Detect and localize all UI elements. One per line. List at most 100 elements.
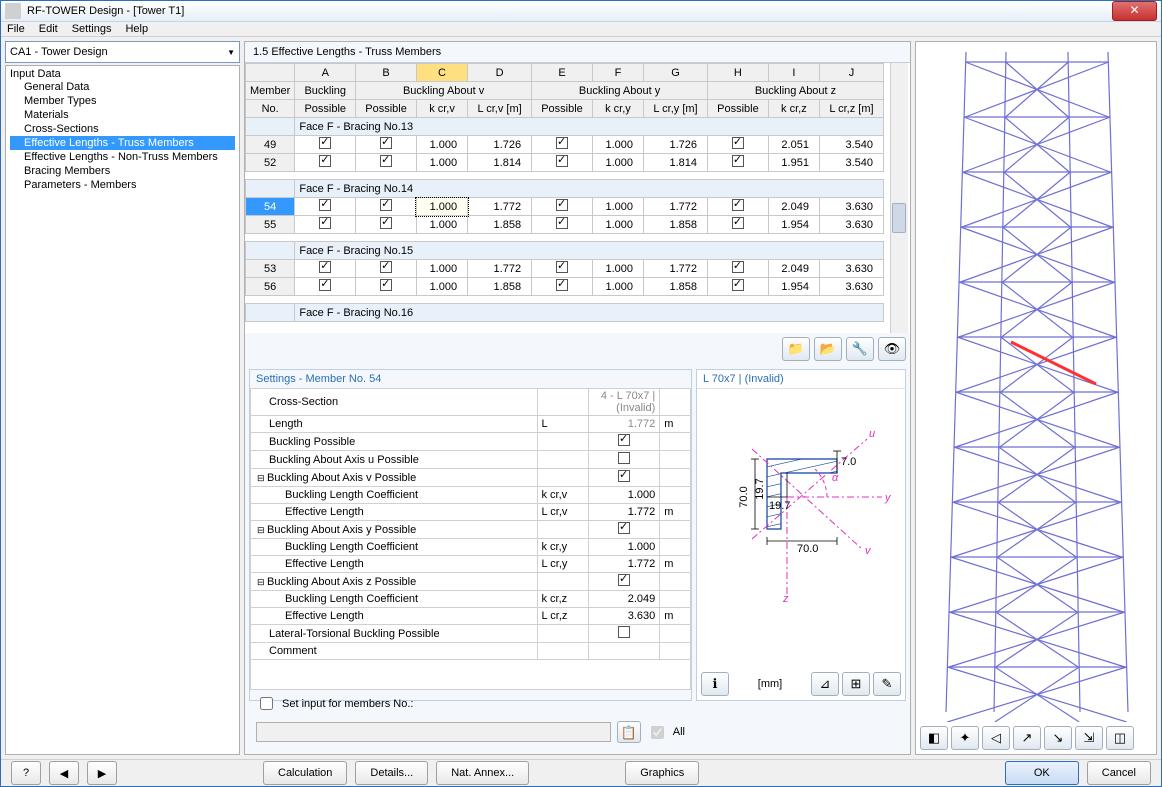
diagram-footer: ℹ [mm] ⊿ ⊞ ✎: [697, 668, 905, 700]
set-input-field[interactable]: [256, 722, 611, 742]
tool-btn-1[interactable]: 📁: [782, 337, 810, 361]
settings-pane: Settings - Member No. 54 Cross-Section 4…: [249, 369, 692, 701]
grid-area[interactable]: ABCDEFGHIJMember Buckling Buckling About…: [245, 63, 910, 333]
property-row[interactable]: Buckling Length Coefficient k cr,y 1.000: [251, 539, 691, 556]
right-panel: ◧ ✦ ◁ ↗ ↘ ⇲ ◫: [915, 41, 1157, 755]
prev-button[interactable]: ◀: [49, 761, 79, 785]
viewer-toolbar: ◧ ✦ ◁ ↗ ↘ ⇲ ◫: [916, 722, 1156, 754]
property-row[interactable]: Effective Length L cr,z 3.630 m: [251, 608, 691, 625]
pick-members-button[interactable]: 📋: [617, 721, 641, 743]
viewer-btn-2[interactable]: ✦: [951, 726, 979, 750]
property-row[interactable]: Lateral-Torsional Buckling Possible: [251, 625, 691, 643]
viewer-btn-yz[interactable]: ⇲: [1075, 726, 1103, 750]
tree-item[interactable]: Cross-Sections: [10, 122, 235, 136]
diagram-tool-3[interactable]: ✎: [873, 672, 901, 696]
tool-btn-2[interactable]: 📂: [814, 337, 842, 361]
set-input-row-2: 📋 All: [250, 717, 691, 747]
properties-table[interactable]: Cross-Section 4 - L 70x7 | (Invalid) Len…: [250, 388, 691, 690]
all-label: All: [673, 726, 685, 738]
svg-text:19.7: 19.7: [769, 500, 790, 512]
grid-vscrollbar[interactable]: [890, 63, 908, 333]
svg-text:70.0: 70.0: [797, 543, 818, 555]
viewer-btn-3[interactable]: ◁: [982, 726, 1010, 750]
all-checkbox[interactable]: [651, 726, 664, 739]
tree-item[interactable]: Member Types: [10, 94, 235, 108]
case-dropdown[interactable]: CA1 - Tower Design ▼: [5, 41, 240, 63]
graphics-button[interactable]: Graphics: [625, 761, 699, 785]
viewer-btn-1[interactable]: ◧: [920, 726, 948, 750]
viewer-btn-xy[interactable]: ↘: [1044, 726, 1072, 750]
ok-button[interactable]: OK: [1005, 761, 1079, 785]
center-panel: 1.5 Effective Lengths - Truss Members AB…: [244, 41, 911, 755]
diagram-tool-2[interactable]: ⊞: [842, 672, 870, 696]
nav-tree[interactable]: Input Data General DataMember TypesMater…: [5, 65, 240, 755]
details-button[interactable]: Details...: [355, 761, 428, 785]
tree-item[interactable]: Parameters - Members: [10, 178, 235, 192]
svg-text:u: u: [869, 428, 875, 440]
set-input-checkbox[interactable]: [260, 697, 273, 710]
table-row[interactable]: 52 1.0001.814 1.0001.814 1.9513.540: [246, 154, 884, 172]
table-row[interactable]: 55 1.0001.858 1.0001.858 1.9543.630: [246, 216, 884, 234]
svg-text:7.0: 7.0: [841, 456, 856, 468]
menu-file[interactable]: File: [7, 23, 25, 35]
section-diagram-pane: L 70x7 | (Invalid): [696, 369, 906, 701]
nat-annex-button[interactable]: Nat. Annex...: [436, 761, 529, 785]
table-row[interactable]: 53 1.0001.772 1.0001.772 2.0493.630: [246, 260, 884, 278]
grid-toolbar: 📁 📂 🔧 👁: [245, 333, 910, 365]
property-row[interactable]: Comment: [251, 643, 691, 660]
property-row[interactable]: Buckling Possible: [251, 433, 691, 451]
tree-root[interactable]: Input Data: [10, 68, 235, 80]
svg-text:70.0: 70.0: [738, 487, 750, 508]
tree-item[interactable]: Effective Lengths - Non-Truss Members: [10, 150, 235, 164]
left-panel: CA1 - Tower Design ▼ Input Data General …: [5, 41, 240, 755]
model-viewer[interactable]: [916, 42, 1156, 722]
menu-bar: File Edit Settings Help: [1, 22, 1161, 37]
property-row[interactable]: Buckling About Axis u Possible: [251, 451, 691, 469]
calculation-button[interactable]: Calculation: [263, 761, 347, 785]
members-grid[interactable]: ABCDEFGHIJMember Buckling Buckling About…: [245, 63, 884, 322]
dropdown-label: CA1 - Tower Design: [10, 46, 108, 58]
window-title: RF-TOWER Design - [Tower T1]: [27, 5, 1112, 17]
diagram-title: L 70x7 | (Invalid): [697, 370, 905, 389]
next-button[interactable]: ▶: [87, 761, 117, 785]
svg-text:19.7: 19.7: [754, 479, 766, 500]
svg-text:α: α: [832, 472, 839, 484]
table-row[interactable]: 49 1.0001.726 1.0001.726 2.0513.540: [246, 136, 884, 154]
property-row[interactable]: Effective Length L cr,y 1.772 m: [251, 556, 691, 573]
svg-text:y: y: [884, 492, 892, 504]
tool-btn-3[interactable]: 🔧: [846, 337, 874, 361]
cancel-button[interactable]: Cancel: [1087, 761, 1151, 785]
property-row[interactable]: Cross-Section 4 - L 70x7 | (Invalid): [251, 389, 691, 416]
close-button[interactable]: ✕: [1112, 1, 1157, 21]
menu-help[interactable]: Help: [125, 23, 148, 35]
property-row[interactable]: Buckling Length Coefficient k cr,z 2.049: [251, 591, 691, 608]
panel-title: 1.5 Effective Lengths - Truss Members: [245, 42, 910, 63]
scroll-thumb[interactable]: [892, 203, 906, 233]
app-window: RF-TOWER Design - [Tower T1] ✕ File Edit…: [0, 0, 1162, 787]
table-row[interactable]: 56 1.0001.858 1.0001.858 1.9543.630: [246, 278, 884, 296]
main-area: CA1 - Tower Design ▼ Input Data General …: [1, 37, 1161, 759]
tree-item[interactable]: Bracing Members: [10, 164, 235, 178]
viewer-btn-xz[interactable]: ↗: [1013, 726, 1041, 750]
viewer-btn-iso[interactable]: ◫: [1106, 726, 1134, 750]
property-row[interactable]: Effective Length L cr,v 1.772 m: [251, 504, 691, 521]
menu-edit[interactable]: Edit: [39, 23, 58, 35]
property-row[interactable]: Buckling Length Coefficient k cr,v 1.000: [251, 487, 691, 504]
tree-item[interactable]: Materials: [10, 108, 235, 122]
property-row[interactable]: Buckling About Axis z Possible: [251, 573, 691, 591]
svg-text:z: z: [782, 593, 789, 605]
property-row[interactable]: Length L 1.772 m: [251, 416, 691, 433]
property-row[interactable]: Buckling About Axis y Possible: [251, 521, 691, 539]
property-row[interactable]: Buckling About Axis v Possible: [251, 469, 691, 487]
tree-item[interactable]: Effective Lengths - Truss Members: [10, 136, 235, 150]
table-row[interactable]: 54 1.0001.772 1.0001.772 2.0493.630: [246, 198, 884, 216]
app-icon: [5, 3, 21, 19]
tree-item[interactable]: General Data: [10, 80, 235, 94]
info-button[interactable]: ℹ: [701, 672, 729, 696]
tool-btn-view[interactable]: 👁: [878, 337, 906, 361]
svg-text:v: v: [865, 545, 872, 557]
menu-settings[interactable]: Settings: [72, 23, 112, 35]
footer: ? ◀ ▶ Calculation Details... Nat. Annex.…: [1, 759, 1161, 786]
help-button[interactable]: ?: [11, 761, 41, 785]
diagram-tool-1[interactable]: ⊿: [811, 672, 839, 696]
